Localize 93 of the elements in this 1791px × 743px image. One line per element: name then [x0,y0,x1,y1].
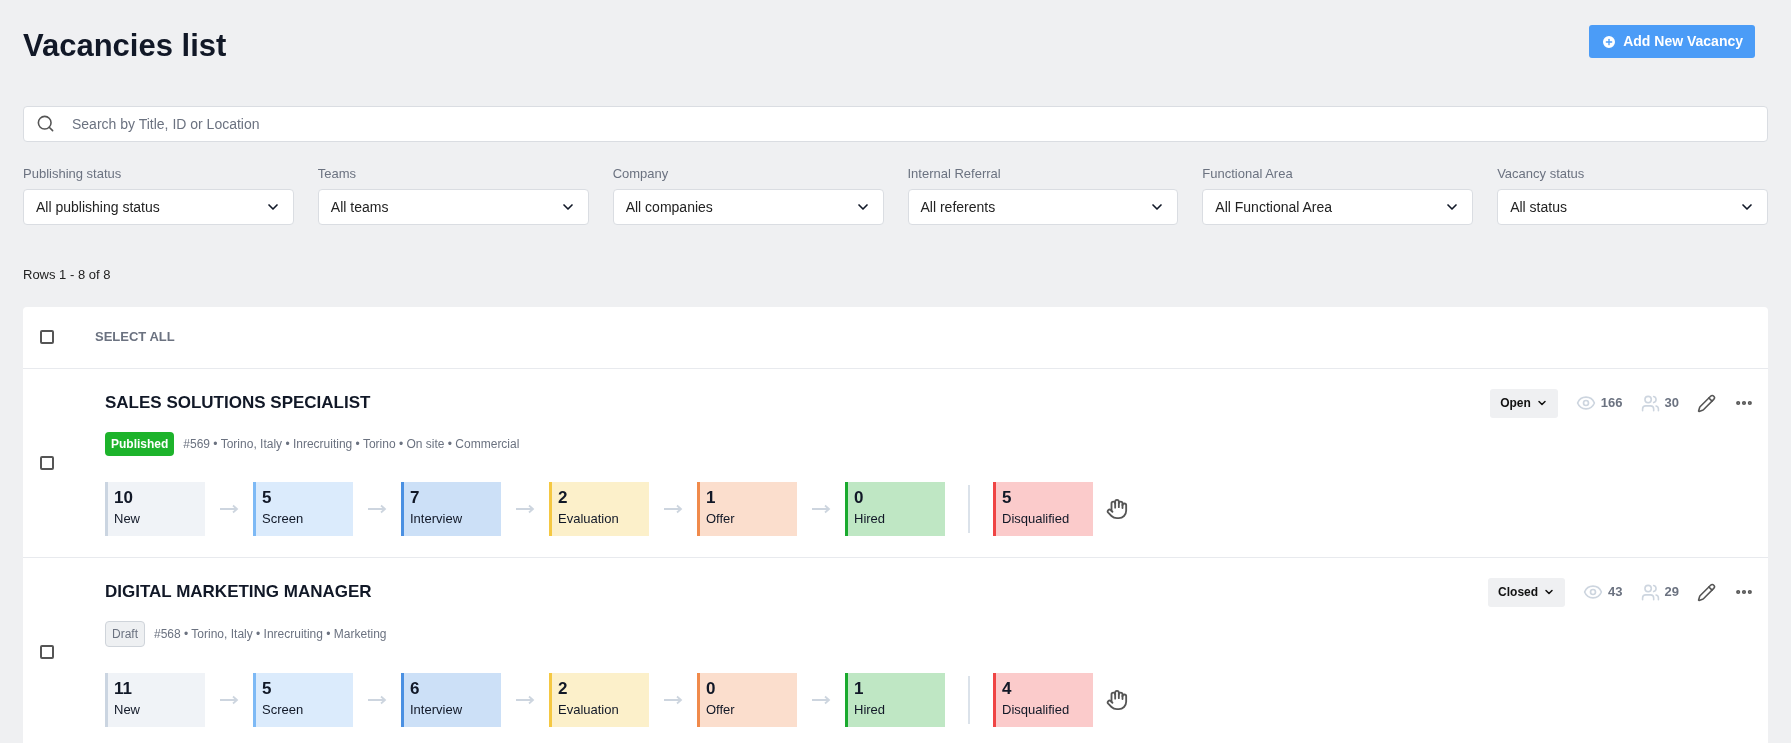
stage-label: Disqualified [1002,509,1071,528]
stage-count: 2 [558,486,569,509]
arrow-icon [219,503,239,514]
filter-label: Company [612,164,670,183]
hand-icon[interactable] [1106,497,1128,520]
stage-label: Interview [410,700,464,719]
stage-label: Offer [706,509,736,528]
stage-label: Evaluation [558,700,620,719]
arrow-icon [663,694,683,705]
filter-dropdown[interactable]: All status [1497,189,1768,225]
stage-count: 10 [114,486,134,509]
stage-count: 11 [114,677,133,700]
filter-dropdown[interactable]: All companies [612,189,884,225]
filter-label: Internal Referral [907,164,1002,183]
stage-count: 2 [558,677,569,700]
vacancy-meta: #569 • Torino, Italy • Inrecruiting • Torino • On site • Commercial [183,435,520,453]
arrow-icon [515,694,535,705]
users-icon [1640,393,1660,413]
stage-card[interactable]: 2 Evaluation [549,672,649,727]
stage-card[interactable]: 5 Disqualified [993,481,1093,536]
stage-card[interactable]: 5 Screen [253,672,353,727]
stage-count: 7 [410,486,421,509]
users-icon [1640,582,1660,602]
stage-label: New [114,509,141,528]
filter-dropdown[interactable]: All Functional Area [1202,189,1474,225]
stage-card[interactable]: 2 Evaluation [549,481,649,536]
stage-card[interactable]: 4 Disqualified [993,672,1093,727]
filter-dropdown[interactable]: All teams [317,189,589,225]
stage-card[interactable]: 0 Offer [697,672,797,727]
stage-label: Hired [854,700,887,719]
stage-label: Screen [262,509,305,528]
stage-card[interactable]: 5 Screen [253,481,353,536]
status-dropdown[interactable]: Closed [1488,577,1566,607]
filter-dropdown[interactable]: All referents [907,189,1179,225]
edit-icon[interactable] [1697,393,1716,413]
checkbox[interactable] [40,330,54,344]
arrow-icon [367,694,387,705]
arrow-icon [663,503,683,514]
stage-count: 5 [262,486,273,509]
stage-count: 5 [1002,486,1013,509]
vacancy-meta: #568 • Torino, Italy • Inrecruiting • Marketing [154,625,387,643]
arrow-icon [367,503,387,514]
stage-count: 1 [706,486,717,509]
arrow-icon [515,503,535,514]
stage-card[interactable]: 7 Interview [401,481,501,536]
stage-label: Evaluation [558,509,620,528]
filter-label: Teams [317,164,358,183]
search-icon [36,113,55,133]
select-all-label[interactable]: SELECT ALL [95,327,175,347]
search-field[interactable]: Search by Title, ID or Location [23,105,1768,142]
rows-info: Rows 1 - 8 of 8 [23,266,112,284]
stage-card[interactable]: 1 Hired [845,672,945,727]
filter-label: Functional Area [1202,164,1294,183]
filter-dropdown[interactable]: All publishing status [23,189,294,225]
stage-label: Offer [706,700,736,719]
vacancy-title[interactable]: SALES SOLUTIONS SPECIALIST [105,390,371,416]
checkbox[interactable] [40,644,54,659]
vacancy-title[interactable]: DIGITAL MARKETING MANAGER [105,579,372,605]
stage-label: Interview [410,509,464,528]
page-title: Vacancies list [23,27,227,65]
stage-card[interactable]: 11 New [105,672,205,727]
stage-card[interactable]: 1 Offer [697,481,797,536]
stage-label: New [114,700,141,719]
filter-label: Publishing status [23,164,123,183]
draft-badge: Draft [105,620,145,647]
candidates-count: 30 [1664,394,1679,413]
stage-count: 0 [706,677,717,700]
plus-icon [1601,33,1618,50]
eye-icon [1583,582,1604,602]
views-count: 43 [1608,583,1623,602]
stage-count: 0 [854,486,865,509]
hand-icon[interactable] [1106,688,1128,711]
arrow-icon [811,694,831,705]
stage-count: 6 [410,677,421,700]
stage-label: Screen [262,700,305,719]
stage-count: 5 [262,677,273,700]
stage-card[interactable]: 6 Interview [401,672,501,727]
arrow-icon [219,694,239,705]
stage-count: 4 [1002,677,1013,700]
status-dropdown[interactable]: Open [1490,388,1558,418]
views-count: 166 [1600,394,1623,413]
edit-icon[interactable] [1697,582,1716,602]
filter-label: Vacancy status [1497,164,1586,183]
eye-icon [1575,393,1596,413]
arrow-icon [811,503,831,514]
stage-card[interactable]: 0 Hired [845,481,945,536]
published-badge: Published [105,431,175,456]
stage-label: Hired [854,509,887,528]
candidates-count: 29 [1664,583,1679,602]
checkbox[interactable] [40,455,54,470]
stage-card[interactable]: 10 New [105,481,205,536]
stage-count: 1 [854,677,865,700]
stage-label: Disqualified [1002,700,1071,719]
